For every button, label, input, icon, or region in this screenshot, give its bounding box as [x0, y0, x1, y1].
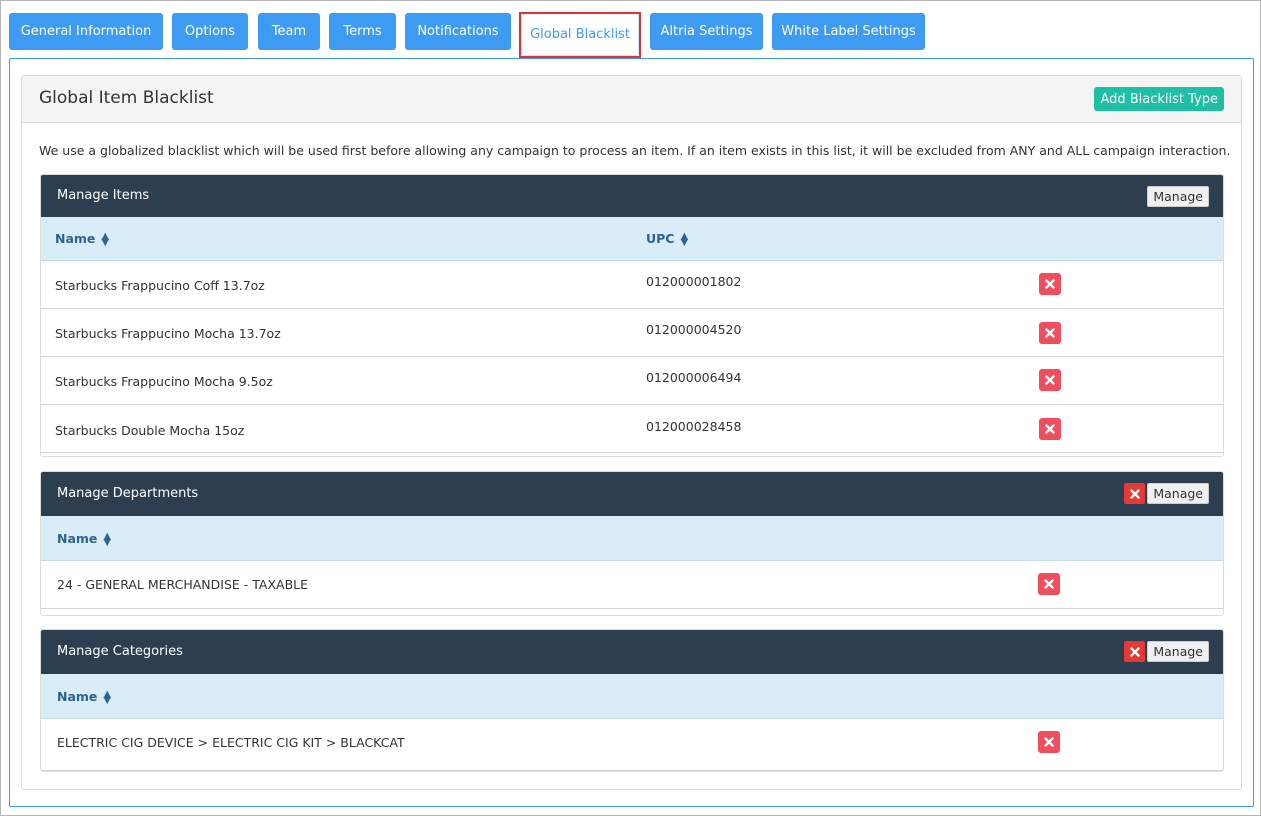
manage-categories-title: Manage Categories: [57, 644, 183, 659]
category-name: ELECTRIC CIG DEVICE > ELECTRIC CIG KIT >…: [57, 735, 405, 750]
global-blacklist-panel: Global Item Blacklist Add Blacklist Type…: [21, 75, 1242, 790]
item-upc: 012000028458: [646, 419, 742, 434]
panel-header: Global Item Blacklist Add Blacklist Type: [22, 76, 1241, 123]
delete-item-button[interactable]: [1039, 369, 1061, 391]
sort-icon[interactable]: ▲ ▼: [681, 231, 689, 247]
table-row: Starbucks Double Mocha 15oz 012000028458: [41, 405, 1223, 453]
tab-white-label-settings[interactable]: White Label Settings: [772, 13, 925, 50]
sort-icon[interactable]: ▲ ▼: [103, 689, 111, 705]
delete-categories-button[interactable]: [1124, 641, 1145, 662]
tab-team[interactable]: Team: [258, 13, 320, 50]
close-icon: [1129, 488, 1140, 499]
column-name[interactable]: Name ▲ ▼: [57, 531, 111, 547]
manage-categories-button[interactable]: Manage: [1147, 641, 1209, 662]
tab-notifications[interactable]: Notifications: [405, 13, 511, 50]
item-name: Starbucks Frappucino Mocha 9.5oz: [55, 374, 273, 389]
item-upc: 012000001802: [646, 274, 742, 289]
delete-department-button[interactable]: [1038, 573, 1060, 595]
item-name: Starbucks Frappucino Mocha 13.7oz: [55, 326, 281, 341]
departments-table-header: Name ▲ ▼: [41, 516, 1223, 561]
manage-departments-title: Manage Departments: [57, 486, 199, 501]
manage-items-button[interactable]: Manage: [1147, 186, 1209, 207]
tab-options[interactable]: Options: [172, 13, 248, 50]
manage-items-title: Manage Items: [57, 188, 150, 203]
manage-departments-section: Manage Departments Manage Name ▲ ▼ 24 - GE…: [40, 471, 1224, 616]
close-icon: [1129, 646, 1140, 657]
item-upc: 012000006494: [646, 370, 742, 385]
close-icon: [1045, 375, 1055, 385]
manage-departments-button[interactable]: Manage: [1147, 483, 1209, 504]
column-name[interactable]: Name ▲ ▼: [55, 231, 109, 247]
close-icon: [1045, 424, 1055, 434]
close-icon: [1044, 737, 1054, 747]
categories-table-header: Name ▲ ▼: [41, 674, 1223, 719]
sort-icon[interactable]: ▲ ▼: [103, 531, 111, 547]
department-name: 24 - GENERAL MERCHANDISE - TAXABLE: [57, 577, 309, 592]
add-blacklist-type-button[interactable]: Add Blacklist Type: [1094, 87, 1224, 111]
table-row: Starbucks Frappucino Mocha 13.7oz 012000…: [41, 309, 1223, 357]
tab-global-blacklist[interactable]: Global Blacklist: [521, 12, 639, 56]
items-table-header: Name ▲ ▼ UPC ▲ ▼: [41, 217, 1223, 261]
manage-categories-section: Manage Categories Manage Name ▲ ▼ ELECTRIC…: [40, 629, 1224, 772]
manage-departments-header: Manage Departments Manage: [41, 472, 1223, 516]
manage-items-section: Manage Items Manage Name ▲ ▼ UPC ▲ ▼ Starbuc…: [40, 174, 1224, 457]
table-row: Starbucks Frappucino Coff 13.7oz 0120000…: [41, 261, 1223, 309]
column-upc[interactable]: UPC ▲ ▼: [646, 231, 689, 247]
sort-icon[interactable]: ▲ ▼: [101, 231, 109, 247]
column-name[interactable]: Name ▲ ▼: [57, 689, 111, 705]
manage-categories-header: Manage Categories Manage: [41, 630, 1223, 674]
delete-item-button[interactable]: [1039, 322, 1061, 344]
tab-terms[interactable]: Terms: [329, 13, 396, 50]
tab-general-information[interactable]: General Information: [9, 13, 163, 50]
delete-item-button[interactable]: [1039, 273, 1061, 295]
delete-item-button[interactable]: [1039, 418, 1061, 440]
panel-description: We use a globalized blacklist which will…: [39, 143, 1231, 158]
table-row: ELECTRIC CIG DEVICE > ELECTRIC CIG KIT >…: [41, 719, 1223, 771]
item-name: Starbucks Frappucino Coff 13.7oz: [55, 278, 265, 293]
manage-items-header: Manage Items Manage: [41, 175, 1223, 217]
table-row: Starbucks Frappucino Mocha 9.5oz 0120000…: [41, 357, 1223, 405]
table-row: 24 - GENERAL MERCHANDISE - TAXABLE: [41, 561, 1223, 609]
panel-title: Global Item Blacklist: [39, 88, 214, 108]
close-icon: [1044, 579, 1054, 589]
close-icon: [1045, 328, 1055, 338]
item-upc: 012000004520: [646, 322, 742, 337]
delete-departments-button[interactable]: [1124, 483, 1145, 504]
item-name: Starbucks Double Mocha 15oz: [55, 423, 245, 438]
delete-category-button[interactable]: [1038, 731, 1060, 753]
close-icon: [1045, 279, 1055, 289]
tab-altria-settings[interactable]: Altria Settings: [650, 13, 763, 50]
